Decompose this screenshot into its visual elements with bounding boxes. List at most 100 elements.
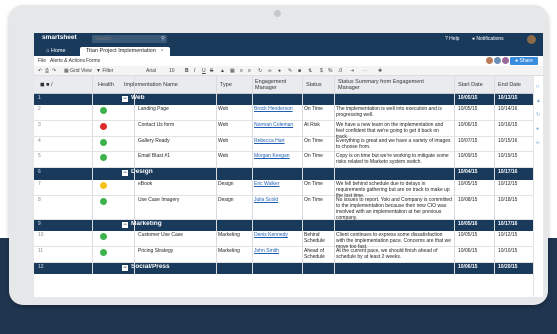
end-date-cell[interactable]: 10/10/15 — [498, 248, 532, 254]
fill-color-icon[interactable]: ▦ — [230, 68, 235, 74]
task-name-cell[interactable]: Pricing Strategy — [138, 248, 214, 254]
section-row[interactable]: 1− Web 10/05/15 10/13/15 — [34, 94, 533, 105]
health-indicator-green[interactable] — [100, 139, 107, 146]
task-name-cell[interactable]: eBook — [138, 181, 214, 187]
share-button[interactable]: ● Share — [510, 57, 538, 65]
status-cell[interactable]: At Risk — [304, 122, 334, 128]
filter-button[interactable]: ▼ Filter — [96, 68, 113, 74]
sort-icon[interactable]: ⇅ — [308, 68, 312, 74]
end-date-cell[interactable]: 10/15/16 — [498, 138, 532, 144]
status-cell[interactable]: On Time — [304, 197, 334, 203]
summary-cell[interactable]: No issues to report. Yoki and Company is… — [336, 197, 452, 221]
start-date-cell[interactable]: 10/05/16 — [458, 221, 494, 227]
end-date-cell[interactable]: 10/18/15 — [498, 197, 532, 203]
section-row[interactable]: 12 − Social/Press 10/06/15 10/20/15 — [34, 263, 533, 274]
end-date-cell[interactable]: 10/14/16 — [498, 106, 532, 112]
collapse-icon[interactable]: − — [122, 265, 128, 271]
column-header-manager[interactable]: Engagement Manager — [253, 76, 301, 94]
section-row[interactable]: 6 − Design 10/04/15 10/17/16 — [34, 168, 533, 180]
start-date-cell[interactable]: 10/04/15 — [458, 169, 494, 175]
summary-cell[interactable]: Everything is great and we have a variet… — [336, 138, 452, 150]
start-date-cell[interactable]: 10/06/15 — [458, 248, 494, 254]
status-cell[interactable]: Ahead of Schedule — [304, 248, 334, 260]
health-indicator-yellow[interactable] — [100, 182, 107, 189]
manager-link[interactable]: Julia Scold — [254, 197, 304, 203]
strikethrough-button[interactable]: S — [210, 68, 213, 74]
start-date-cell[interactable]: 10/06/15 — [458, 122, 494, 128]
user-avatar[interactable] — [527, 35, 536, 44]
manager-link[interactable]: Eric Walker — [254, 181, 304, 187]
collapse-icon[interactable]: − — [122, 222, 128, 228]
help-link[interactable]: ? Help — [445, 36, 459, 42]
decimal-icon[interactable]: .0 — [338, 68, 342, 74]
health-indicator-green[interactable] — [100, 249, 107, 256]
table-row[interactable]: 3 Contact Us form Web Norman Coleman At Risk… — [34, 121, 533, 140]
end-date-cell[interactable]: 10/16/15 — [498, 122, 532, 128]
end-date-cell[interactable]: 10/17/16 — [498, 221, 533, 227]
start-date-cell[interactable]: 10/09/15 — [458, 153, 494, 159]
task-name-cell[interactable]: Landing Page — [138, 106, 214, 112]
format-painter-icon[interactable]: ✎ — [288, 68, 292, 74]
connections-icon[interactable]: ∞ — [536, 140, 540, 146]
bold-button[interactable]: B — [185, 68, 189, 74]
end-date-cell[interactable]: 10/13/15 — [498, 95, 533, 101]
highlight-icon[interactable]: ■ — [298, 68, 301, 74]
manager-link[interactable]: Rebecca Hart — [254, 138, 304, 144]
column-header-health[interactable]: Health — [96, 76, 114, 94]
tab-home[interactable]: ⌂ Home — [40, 47, 72, 56]
health-indicator-red[interactable] — [100, 123, 107, 130]
menu-forms[interactable]: Forms — [86, 58, 100, 64]
status-cell[interactable]: On Time — [304, 181, 334, 187]
link-icon[interactable]: ∞ — [268, 68, 272, 74]
type-cell[interactable]: Web — [218, 122, 252, 128]
task-name-cell[interactable]: Use Case Imagery — [138, 197, 214, 203]
manager-link[interactable]: Morgan Keegan — [254, 153, 304, 159]
table-row[interactable]: 8 Use Case Imagery Design Julia Scold On Tim… — [34, 196, 533, 221]
column-header-start-date[interactable]: Start Date — [456, 76, 483, 94]
health-indicator-green[interactable] — [100, 198, 107, 205]
collapse-icon[interactable]: − — [122, 170, 128, 176]
wrap-text-icon[interactable]: ↻ — [258, 68, 262, 74]
status-cell[interactable]: Behind Schedule — [304, 232, 334, 244]
health-indicator-green[interactable] — [100, 233, 107, 240]
health-indicator-green[interactable] — [100, 154, 107, 161]
pin-icon[interactable]: ● — [278, 68, 281, 74]
font-family-select[interactable]: Arial — [146, 68, 156, 74]
task-name-cell[interactable]: Gallery Ready — [138, 138, 214, 144]
tab-sheet[interactable]: Titan Project Implementation × — [80, 47, 170, 56]
add-tab-button[interactable]: + — [162, 46, 166, 53]
table-row[interactable]: 11 Pricing Strategy Marketing John Smith Ahe… — [34, 247, 533, 263]
percent-button[interactable]: % — [328, 68, 332, 74]
manager-link[interactable]: Norman Coleman — [254, 122, 304, 128]
column-header-end-date[interactable]: End Date — [496, 76, 521, 94]
section-header[interactable]: − Design — [122, 169, 153, 176]
menu-alerts-actions[interactable]: Alerts & Actions — [50, 58, 85, 64]
end-date-cell[interactable]: 10/20/15 — [498, 264, 533, 270]
publish-icon[interactable]: ● — [536, 126, 539, 132]
start-date-cell[interactable]: 10/08/15 — [458, 197, 494, 203]
section-header[interactable]: − Social/Press — [122, 264, 170, 271]
section-header[interactable]: − Marketing — [122, 221, 162, 228]
column-header-summary[interactable]: Status Summary from Engagement Manager — [336, 76, 446, 94]
text-color-icon[interactable]: ▲ — [220, 68, 225, 74]
menu-file[interactable]: File — [38, 58, 46, 64]
column-header-type[interactable]: Type — [218, 76, 232, 94]
type-cell[interactable]: Web — [218, 153, 252, 159]
manager-link[interactable]: John Smith — [254, 248, 304, 254]
summary-cell[interactable]: Copy is on time but we're working to mit… — [336, 153, 452, 165]
grid-view-dropdown[interactable]: ▦ Grid View — [64, 68, 92, 74]
table-row[interactable]: 10 Customer Use Case Marketing Denis Kenned… — [34, 231, 533, 250]
type-cell[interactable]: Web — [218, 138, 252, 144]
type-cell[interactable]: Web — [218, 106, 252, 112]
search-input[interactable] — [95, 35, 157, 43]
collapse-icon[interactable]: − — [122, 96, 128, 102]
table-row[interactable]: 4 Gallery Ready Web Rebecca Hart On Time Ever… — [34, 137, 533, 152]
start-date-cell[interactable]: 10/05/15 — [458, 95, 494, 101]
comments-icon[interactable]: □ — [536, 84, 539, 90]
task-name-cell[interactable]: Contact Us form — [138, 122, 214, 128]
search-box[interactable]: ⚲ — [92, 35, 167, 43]
column-header-status[interactable]: Status — [304, 76, 322, 94]
status-cell[interactable]: On Time — [304, 153, 334, 159]
type-cell[interactable]: Design — [218, 181, 252, 187]
font-size-select[interactable]: 10 — [169, 68, 175, 74]
